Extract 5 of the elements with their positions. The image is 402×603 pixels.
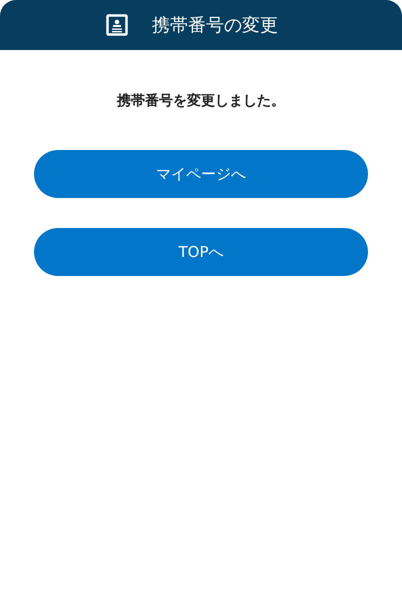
nav-button[interactable]: マイページへ — [34, 150, 368, 198]
page-title: 携帯番号の変更 — [152, 14, 278, 37]
nav-button[interactable]: TOPへ — [34, 228, 368, 276]
completion-message: 携帯番号を変更しました。 — [116, 92, 286, 110]
contact-card-icon — [106, 14, 128, 36]
